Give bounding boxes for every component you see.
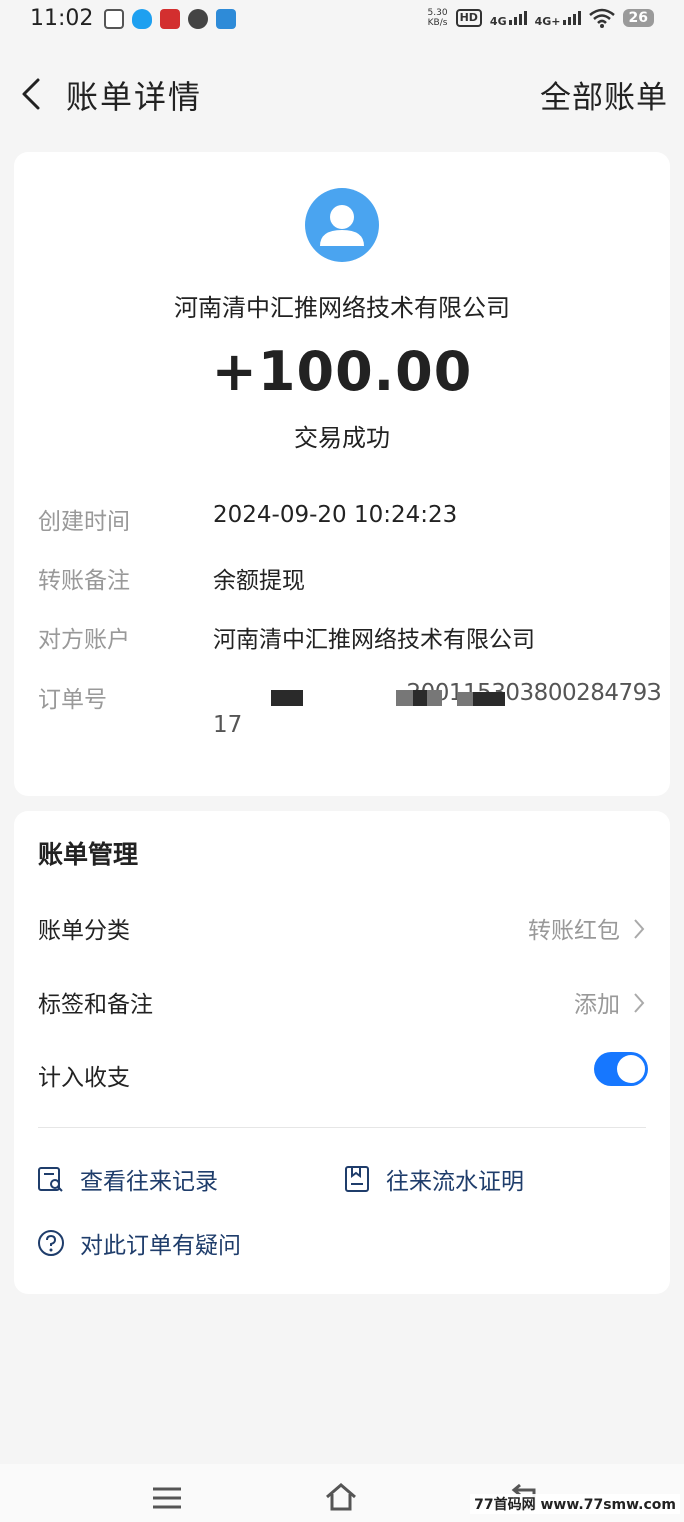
chevron-right-icon: [634, 919, 645, 939]
qq-icon: [132, 9, 152, 29]
tags-notes-row[interactable]: 标签和备注 添加: [38, 985, 648, 1025]
watermark: 77首码网 www.77smw.com: [470, 1494, 680, 1514]
count-in-stats-toggle[interactable]: [594, 1052, 648, 1086]
view-history-link[interactable]: 查看往来记录: [36, 1161, 218, 1197]
tags-notes-label: 标签和备注: [38, 992, 153, 1018]
toggle-knob: [617, 1055, 645, 1083]
redaction-mask: [213, 680, 398, 708]
transaction-card: 河南清中汇推网络技术有限公司 +100.00 交易成功 创建时间 2024-09…: [14, 152, 670, 796]
page-header: 账单详情 全部账单: [0, 62, 684, 126]
app-notification-icon: [104, 9, 124, 29]
signal-bars-icon: [508, 9, 527, 25]
order-number-value: 20011530380028479З 17: [213, 680, 661, 738]
notification-icons: [104, 9, 236, 29]
chat-bubble-icon: [188, 9, 208, 29]
redaction-mask: [271, 690, 303, 706]
bill-category-row[interactable]: 账单分类 转账红包: [38, 911, 648, 951]
network-speed-value: 5.30: [427, 8, 448, 18]
system-navigation-bar: 77首码网 www.77smw.com: [0, 1464, 684, 1522]
count-in-stats-row: 计入收支: [38, 1052, 648, 1098]
hd-badge: HD: [455, 9, 482, 27]
network-speed: 5.30 KB/s: [428, 8, 448, 28]
bill-category-label: 账单分类: [38, 918, 130, 944]
transaction-status: 交易成功: [294, 424, 390, 452]
section-title: 账单管理: [38, 840, 139, 869]
record-search-icon: [38, 1167, 63, 1192]
detail-label: 对方账户: [38, 627, 130, 653]
chevron-right-icon: [634, 993, 645, 1013]
bill-management-card: 账单管理 账单分类 转账红包 标签和备注 添加 计入收支 查看往来记录 往来流水…: [14, 811, 670, 1294]
detail-label: 创建时间: [38, 509, 130, 535]
document-icon: [345, 1166, 369, 1192]
detail-value: 河南清中汇推网络技术有限公司: [213, 627, 535, 653]
app-notification-icon: [216, 9, 236, 29]
status-time: 11:02: [30, 6, 94, 31]
detail-label: 订单号: [38, 687, 107, 713]
network-type-1-label: 4G: [489, 14, 507, 28]
network-speed-unit: KB/s: [427, 18, 448, 28]
statement-certificate-link[interactable]: 往来流水证明: [342, 1161, 524, 1197]
transaction-amount: +100.00: [211, 340, 473, 403]
detail-row-order-number: 订单号 20011530380028479З 17: [38, 680, 661, 750]
user-icon: [320, 205, 364, 246]
battery-indicator: 26: [622, 9, 654, 27]
detail-label: 转账备注: [38, 568, 130, 594]
detail-value: 2024-09-20 10:24:23: [213, 502, 458, 528]
all-bills-link[interactable]: 全部账单: [540, 72, 668, 117]
page-title: 账单详情: [66, 78, 203, 116]
signal-bars-icon: [562, 9, 581, 25]
question-circle-icon: [38, 1230, 64, 1256]
redaction-mask: [457, 692, 473, 706]
redaction-mask: [413, 690, 427, 706]
tags-notes-value: 添加: [574, 992, 620, 1018]
network-type-2: 4G+: [535, 9, 581, 28]
back-arrow-icon[interactable]: [14, 74, 54, 114]
count-in-stats-label: 计入收支: [38, 1065, 130, 1091]
counterparty-name: 河南清中汇推网络技术有限公司: [174, 294, 510, 322]
wifi-icon: [588, 8, 615, 28]
detail-value: 余额提现: [213, 568, 305, 594]
statement-certificate-label: 往来流水证明: [386, 1169, 524, 1195]
network-type-1: 4G: [490, 9, 527, 28]
network-type-2-label: 4G+: [534, 14, 561, 28]
redaction-mask: [473, 692, 505, 706]
order-question-link[interactable]: 对此订单有疑问: [36, 1225, 241, 1261]
divider: [38, 1127, 646, 1128]
view-history-label: 查看往来记录: [80, 1169, 218, 1195]
home-icon[interactable]: [324, 1480, 358, 1514]
order-number-line-1: 20011530380028479З: [406, 680, 661, 706]
status-indicators: 5.30 KB/s HD 4G 4G+ 26: [428, 8, 654, 28]
menu-icon[interactable]: [150, 1480, 184, 1514]
app-notification-icon: [160, 9, 180, 29]
order-number-line-2: 17: [213, 712, 243, 738]
avatar: [305, 188, 379, 262]
order-question-label: 对此订单有疑问: [80, 1233, 241, 1259]
bill-category-value: 转账红包: [528, 918, 620, 944]
status-bar: 11:02 5.30 KB/s HD 4G 4G+ 26: [0, 0, 684, 40]
